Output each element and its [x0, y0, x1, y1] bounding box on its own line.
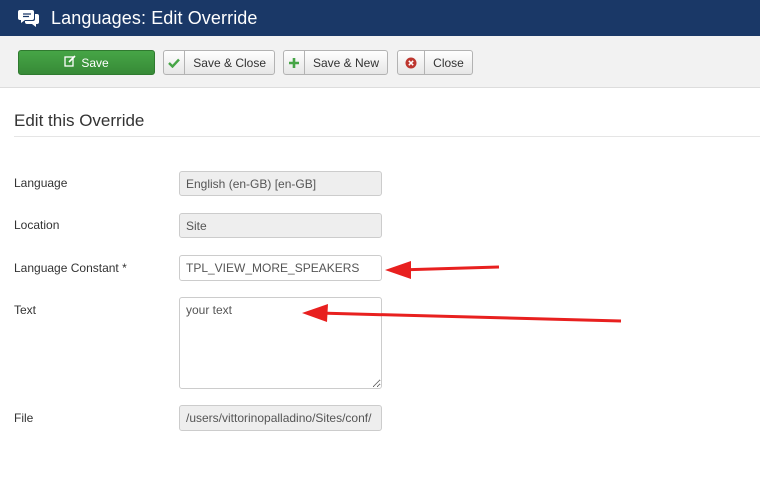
- file-label: File: [14, 411, 34, 425]
- language-constant-label: Language Constant *: [14, 261, 127, 275]
- save-button[interactable]: Save: [18, 50, 155, 75]
- save-close-button[interactable]: Save & Close: [163, 50, 275, 75]
- location-field: Site: [179, 213, 382, 238]
- plus-icon: [284, 51, 305, 74]
- text-label: Text: [14, 303, 37, 317]
- language-field: English (en-GB) [en-GB]: [179, 171, 382, 196]
- edit-icon: [64, 55, 76, 70]
- close-button[interactable]: Close: [397, 50, 473, 75]
- form-heading: Edit this Override: [14, 111, 145, 130]
- page-header: Languages: Edit Override: [0, 0, 760, 36]
- close-label: Close: [433, 55, 464, 70]
- heading-divider: [14, 136, 760, 137]
- save-button-label: Save: [81, 55, 109, 70]
- text-textarea[interactable]: your text: [179, 297, 382, 389]
- file-field: /users/vittorinopalladino/Sites/conf/: [179, 405, 382, 431]
- save-new-label: Save & New: [312, 55, 379, 70]
- save-close-label: Save & Close: [193, 55, 266, 70]
- arrow-to-constant: [385, 261, 500, 279]
- toolbar: Save Save & Close Save & New Close: [0, 36, 760, 88]
- language-constant-input[interactable]: TPL_VIEW_MORE_SPEAKERS: [179, 255, 382, 281]
- save-new-button[interactable]: Save & New: [283, 50, 388, 75]
- language-label: Language: [14, 176, 68, 190]
- check-icon: [164, 51, 186, 74]
- location-label: Location: [14, 218, 60, 232]
- comments-icon: [18, 8, 40, 28]
- page-title: Languages: Edit Override: [51, 7, 258, 28]
- cancel-circle-icon: [398, 51, 425, 74]
